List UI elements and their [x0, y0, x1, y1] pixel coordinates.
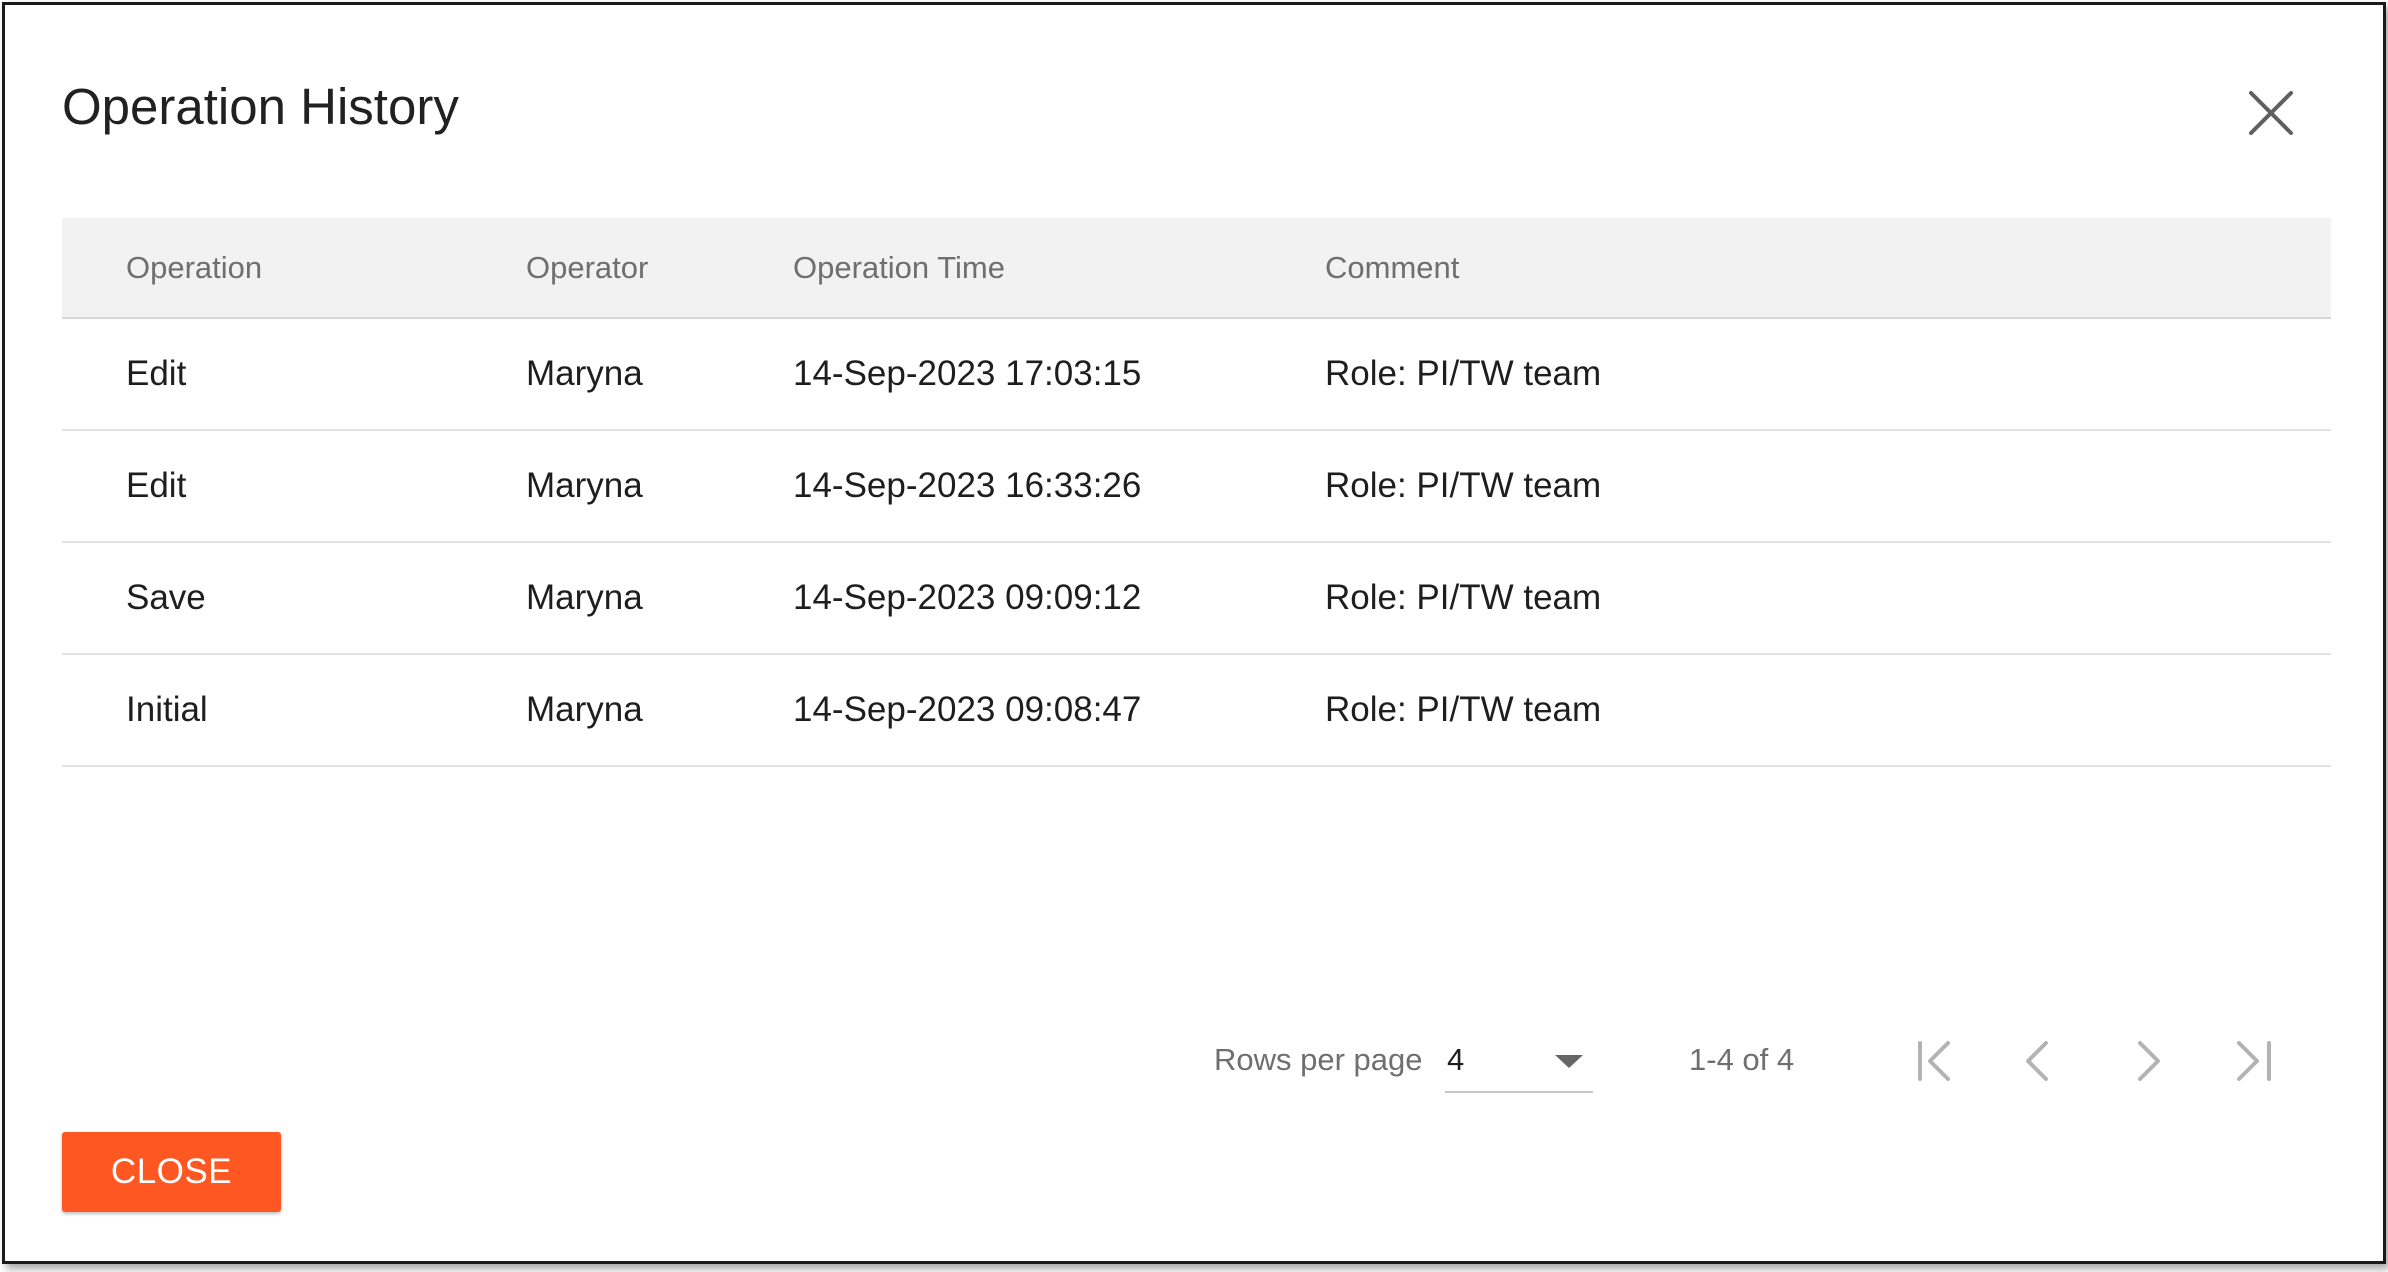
operation-history-table: Operation Operator Operation Time Commen…: [62, 218, 2331, 767]
cell-operator: Maryna: [526, 690, 643, 729]
pagination-range: 1-4 of 4: [1689, 1042, 1795, 1077]
rows-per-page-label: Rows per page: [1214, 1042, 1423, 1077]
pagination: Rows per page 4 1-4 of 4: [5, 1025, 2383, 1095]
table-row[interactable]: Save Maryna 14-Sep-2023 09:09:12 Role: P…: [62, 543, 2331, 655]
cell-comment: Role: PI/TW team: [1325, 466, 1602, 505]
cell-operator: Maryna: [526, 578, 643, 617]
dialog-title: Operation History: [62, 78, 459, 135]
cell-operation-time: 14-Sep-2023 09:09:12: [793, 578, 1142, 617]
cell-operation-time: 14-Sep-2023 16:33:26: [793, 466, 1142, 505]
table-row[interactable]: Edit Maryna 14-Sep-2023 16:33:26 Role: P…: [62, 431, 2331, 543]
close-icon[interactable]: [2243, 85, 2299, 141]
table-header-row: Operation Operator Operation Time Commen…: [62, 218, 2331, 319]
cell-operation-time: 14-Sep-2023 17:03:15: [793, 354, 1142, 393]
last-page-icon[interactable]: [2225, 1033, 2281, 1089]
rows-per-page-value: 4: [1447, 1042, 1465, 1077]
cell-operator: Maryna: [526, 466, 643, 505]
first-page-icon[interactable]: [1908, 1033, 1964, 1089]
caret-down-icon: [1555, 1055, 1583, 1068]
cell-operation: Edit: [126, 466, 187, 505]
rows-per-page-select[interactable]: 4: [1445, 1031, 1593, 1093]
column-header-comment[interactable]: Comment: [1325, 218, 1459, 317]
operation-history-dialog: Operation History Operation Operator Ope…: [2, 2, 2386, 1264]
column-header-operation[interactable]: Operation: [126, 218, 262, 317]
cell-comment: Role: PI/TW team: [1325, 354, 1602, 393]
chevron-right-icon[interactable]: [2118, 1033, 2174, 1089]
close-button[interactable]: CLOSE: [62, 1132, 281, 1212]
cell-comment: Role: PI/TW team: [1325, 578, 1602, 617]
table-row[interactable]: Edit Maryna 14-Sep-2023 17:03:15 Role: P…: [62, 319, 2331, 431]
cell-operation: Edit: [126, 354, 187, 393]
cell-operator: Maryna: [526, 354, 643, 393]
column-header-operation-time[interactable]: Operation Time: [793, 218, 1005, 317]
cell-operation-time: 14-Sep-2023 09:08:47: [793, 690, 1142, 729]
cell-operation: Initial: [126, 690, 208, 729]
cell-operation: Save: [126, 578, 206, 617]
chevron-left-icon[interactable]: [2012, 1033, 2068, 1089]
cell-comment: Role: PI/TW team: [1325, 690, 1602, 729]
table-row[interactable]: Initial Maryna 14-Sep-2023 09:08:47 Role…: [62, 655, 2331, 767]
column-header-operator[interactable]: Operator: [526, 218, 648, 317]
